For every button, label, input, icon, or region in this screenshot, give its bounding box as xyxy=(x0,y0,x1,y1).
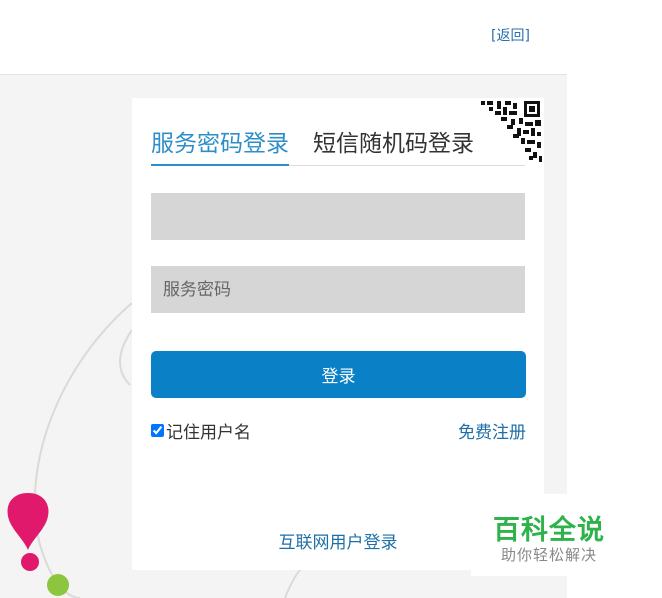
watermark: 百科全说 助你轻松解决 xyxy=(471,494,639,576)
top-bar: [返回] xyxy=(0,0,567,75)
watermark-title: 百科全说 xyxy=(493,515,605,546)
active-tab-indicator xyxy=(151,164,289,166)
tab-sms-code[interactable]: 短信随机码登录 xyxy=(313,124,474,158)
watermark-subtitle: 助你轻松解决 xyxy=(501,546,598,564)
password-input[interactable] xyxy=(151,266,525,313)
tab-service-password[interactable]: 服务密码登录 xyxy=(151,124,289,158)
green-dot xyxy=(47,574,69,596)
login-button[interactable]: 登录 xyxy=(151,351,526,398)
remember-username[interactable]: 记住用户名 xyxy=(151,418,251,443)
back-link[interactable]: [返回] xyxy=(491,25,530,45)
register-link[interactable]: 免费注册 xyxy=(458,418,526,443)
username-input[interactable] xyxy=(151,193,525,240)
remember-checkbox[interactable] xyxy=(151,424,164,437)
map-pin-icon xyxy=(7,493,49,571)
remember-label: 记住用户名 xyxy=(166,423,251,443)
qr-code-icon[interactable] xyxy=(477,98,544,165)
